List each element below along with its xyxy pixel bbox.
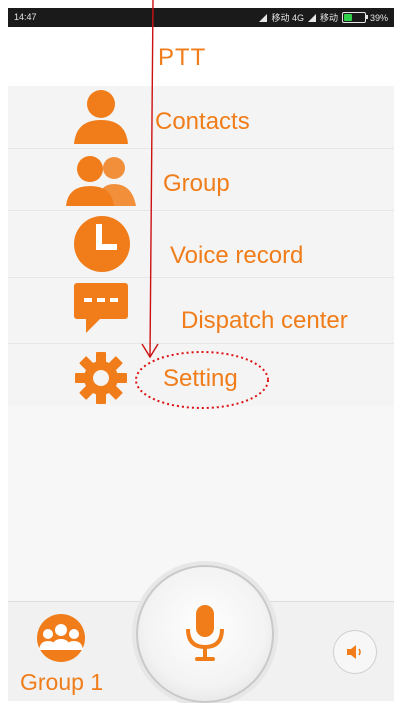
annotation-overlay <box>135 0 269 409</box>
annotation-arrow-line <box>149 0 154 357</box>
annotation-highlight-ellipse <box>135 351 269 409</box>
